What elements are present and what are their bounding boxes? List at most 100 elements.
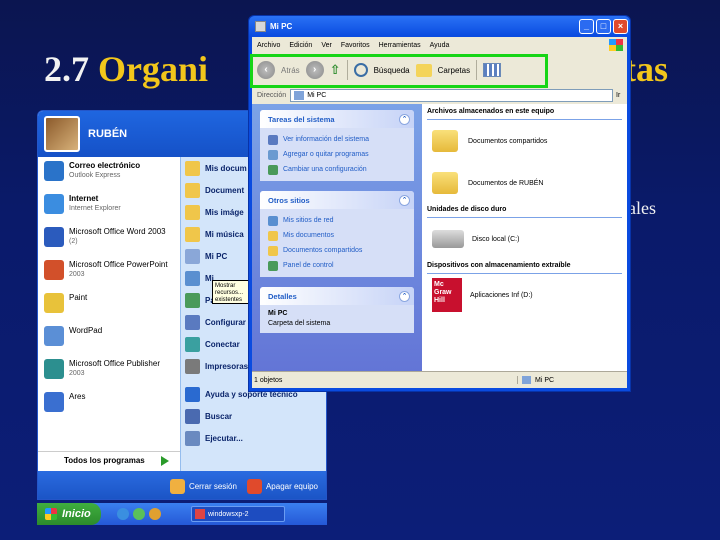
menu-item-ayuda[interactable]: Ayuda: [430, 42, 450, 49]
folder-icon: [432, 172, 458, 194]
place-label: Document: [205, 185, 245, 195]
menu-bar: Archivo Edición Ver Favoritos Herramientas Ay…: [252, 37, 627, 53]
task-link-label: Mis sitios de red: [283, 217, 334, 224]
shared-documents-item[interactable]: Documentos compartidos: [427, 120, 622, 162]
address-input[interactable]: Mi PC: [290, 89, 613, 102]
system-tasks-list: Ver información del sistema Agregar o qui…: [260, 128, 414, 181]
help-icon: [185, 386, 200, 402]
program-text: Microsoft Office Publisher 2003: [69, 359, 160, 378]
menu-item-edición[interactable]: Edición: [289, 42, 312, 49]
user-documents-label: Documentos de RUBÉN: [468, 179, 544, 187]
start-menu-program-item[interactable]: Ares: [38, 388, 180, 421]
start-menu-program-item[interactable]: Microsoft Office Word 2003 (2): [38, 223, 180, 256]
place-label: Configurar: [205, 317, 246, 327]
removable-drive-item[interactable]: Mc Graw Hill Aplicaciones Inf (D:): [427, 274, 622, 316]
power-icon: [246, 478, 262, 494]
menu-item-favoritos[interactable]: Favoritos: [341, 42, 370, 49]
user-avatar: [44, 116, 80, 152]
start-menu-program-item[interactable]: Paint: [38, 289, 180, 322]
task-link[interactable]: Documentos compartidos: [268, 243, 406, 258]
start-menu-program-item[interactable]: Microsoft Office Publisher 2003: [38, 355, 180, 388]
start-menu-program-item[interactable]: Correo electrónico Outlook Express: [38, 157, 180, 190]
desktop-quicklaunch-icon[interactable]: [133, 508, 145, 520]
go-button[interactable]: Ir: [613, 92, 627, 99]
place-label: Mi música: [205, 229, 244, 239]
start-menu-place-item[interactable]: Ejecutar...: [181, 427, 326, 449]
logoff-button[interactable]: Cerrar sesión: [169, 478, 237, 494]
search-icon: [185, 408, 200, 424]
start-menu-program-item[interactable]: Internet Internet Explorer: [38, 190, 180, 223]
my-music-icon: [185, 226, 200, 242]
program-title: Internet: [69, 194, 99, 203]
my-pictures-icon: [185, 204, 200, 220]
program-title: Correo electrónico: [69, 161, 141, 170]
task-link[interactable]: Mis documentos: [268, 228, 406, 243]
details-body: Mi PC Carpeta del sistema: [260, 305, 414, 333]
green-arrow-icon: [161, 456, 169, 466]
logoff-label: Cerrar sesión: [188, 481, 237, 491]
ares-icon: [44, 392, 64, 412]
powerpoint-icon: [44, 260, 64, 280]
tooltip: Mostrar recursos... existentes: [212, 280, 252, 304]
task-link[interactable]: Cambiar una configuración: [268, 162, 406, 177]
place-label: Impresoras: [205, 361, 249, 371]
media-quicklaunch-icon[interactable]: [149, 508, 161, 520]
other-places-header[interactable]: Otros sitios ⌃: [260, 191, 414, 209]
control-panel-icon: [185, 292, 200, 308]
task-link-label: Mis documentos: [283, 232, 334, 239]
ie-quicklaunch-icon[interactable]: [117, 508, 129, 520]
close-button[interactable]: ×: [613, 18, 628, 34]
program-text: Ares: [69, 392, 85, 402]
taskbar-task[interactable]: windowsxp-2: [191, 506, 285, 522]
change-setting-icon: [268, 164, 278, 175]
details-title: Detalles: [268, 291, 297, 301]
other-places-list: Mis sitios de red Mis documentos Documento…: [260, 209, 414, 277]
all-programs-button[interactable]: Todos los programas: [38, 451, 180, 471]
address-value: Mi PC: [307, 92, 327, 99]
my-computer-icon: [294, 91, 305, 100]
system-tasks-header[interactable]: Tareas del sistema ⌃: [260, 110, 414, 128]
folder-icon: [432, 130, 458, 152]
window-titlebar[interactable]: Mi PC _ □ ×: [249, 16, 630, 36]
status-bar: 1 objetos Mi PC: [252, 371, 627, 388]
task-link[interactable]: Ver información del sistema: [268, 132, 406, 147]
collapse-chevron-icon[interactable]: ⌃: [399, 113, 410, 125]
windows-xp-logo-icon: [609, 39, 623, 51]
local-disk-label: Disco local (C:): [472, 235, 520, 243]
printers-icon: [185, 358, 200, 374]
menu-item-ver[interactable]: Ver: [321, 42, 332, 49]
program-text: Microsoft Office Word 2003 (2): [69, 227, 166, 246]
start-menu-program-item[interactable]: Microsoft Office PowerPoint 2003: [38, 256, 180, 289]
maximize-button[interactable]: □: [596, 18, 611, 34]
details-panel: Detalles ⌃ Mi PC Carpeta del sistema: [260, 287, 414, 333]
menu-item-archivo[interactable]: Archivo: [257, 42, 280, 49]
place-label: Buscar: [205, 411, 233, 421]
network-places-icon: [268, 215, 278, 226]
key-icon: [169, 478, 185, 494]
minimize-button[interactable]: _: [579, 18, 594, 34]
address-label: Dirección: [257, 92, 287, 99]
place-label: Ejecutar...: [205, 433, 243, 443]
my-documents-icon: [268, 230, 278, 241]
start-button[interactable]: Inicio: [37, 503, 101, 525]
collapse-chevron-icon[interactable]: ⌃: [399, 290, 410, 302]
program-title: WordPad: [69, 326, 103, 335]
user-documents-item[interactable]: Documentos de RUBÉN: [427, 162, 622, 204]
program-subtitle: 2003: [69, 370, 85, 377]
start-menu-pinned-list: Correo electrónico Outlook Express Interne…: [38, 157, 180, 471]
details-header[interactable]: Detalles ⌃: [260, 287, 414, 305]
local-disk-item[interactable]: Disco local (C:): [427, 218, 622, 260]
start-menu-program-item[interactable]: WordPad: [38, 322, 180, 355]
task-link[interactable]: Mis sitios de red: [268, 213, 406, 228]
shutdown-button[interactable]: Apagar equipo: [246, 478, 318, 494]
menu-item-herramientas[interactable]: Herramientas: [379, 42, 421, 49]
slide-title-number: 2.7: [44, 49, 89, 89]
place-label: Conectar: [205, 339, 240, 349]
task-link[interactable]: Agregar o quitar programas: [268, 147, 406, 162]
program-title: Ares: [69, 392, 86, 401]
collapse-chevron-icon[interactable]: ⌃: [399, 194, 410, 206]
program-text: Internet Internet Explorer: [69, 194, 121, 213]
start-menu-place-item[interactable]: Buscar: [181, 405, 326, 427]
task-link[interactable]: Panel de control: [268, 258, 406, 273]
task-link-label: Ver información del sistema: [283, 136, 369, 143]
